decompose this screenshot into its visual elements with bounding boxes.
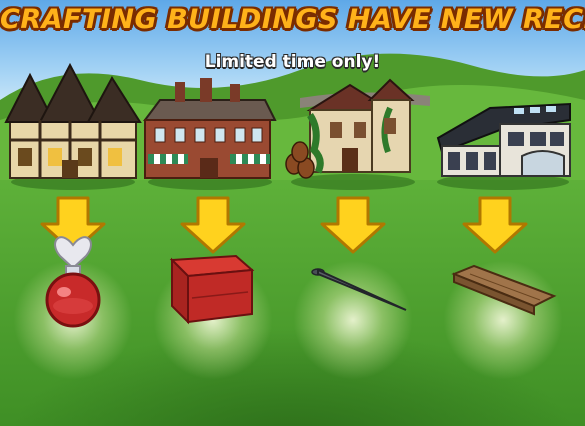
promo-banner: CRAFTING BUILDINGS HAVE NEW RECIPES! Lim… xyxy=(0,0,585,426)
down-arrow-icon xyxy=(320,196,386,254)
recipe-card-3 xyxy=(280,60,426,426)
wooden-plank-icon xyxy=(451,264,557,316)
down-arrow-icon xyxy=(180,196,246,254)
recipe-card-4 xyxy=(430,60,576,426)
arrow-and-item-4 xyxy=(451,196,557,316)
down-arrow-icon xyxy=(462,196,528,254)
arrow-and-item-1 xyxy=(40,196,106,328)
iron-nail-icon xyxy=(311,268,407,311)
recipe-card-1 xyxy=(0,60,146,426)
red-brick-icon xyxy=(169,254,255,325)
arrow-and-item-3 xyxy=(311,196,407,311)
heart-potion-bottle-icon xyxy=(45,236,101,328)
recipe-card-2 xyxy=(140,60,286,426)
banner-title: CRAFTING BUILDINGS HAVE NEW RECIPES! xyxy=(0,4,585,35)
arrow-and-item-2 xyxy=(169,196,255,325)
